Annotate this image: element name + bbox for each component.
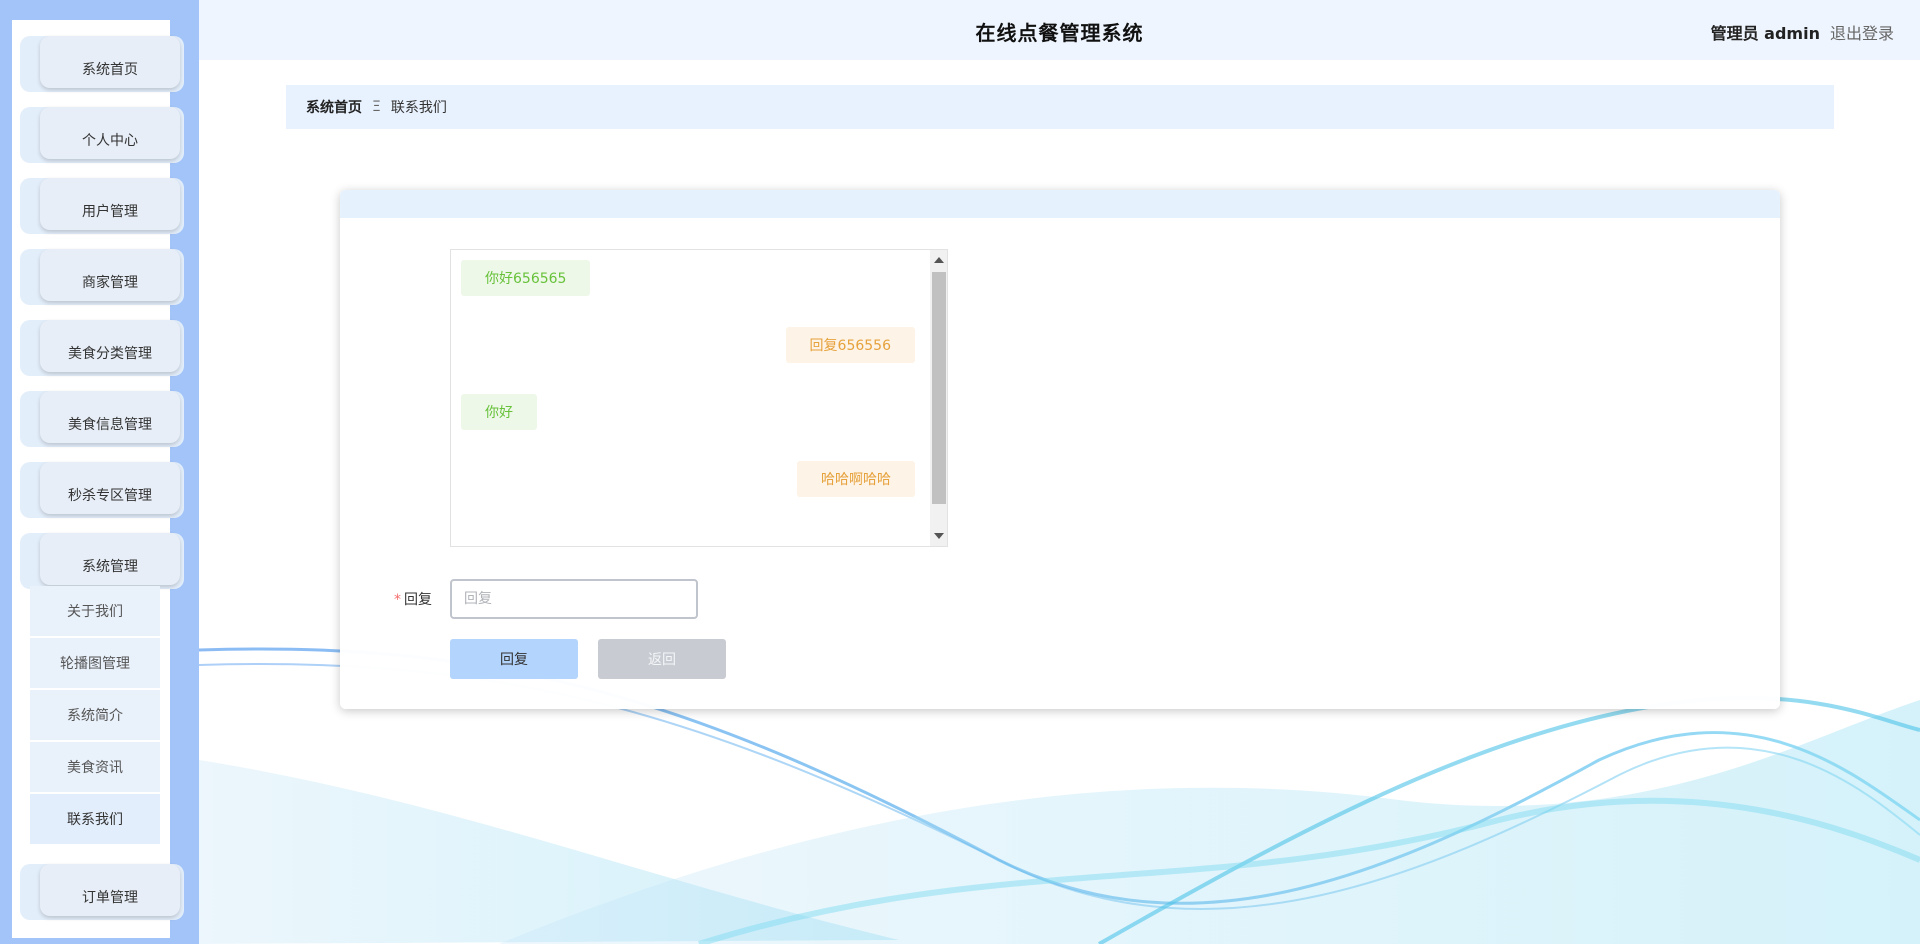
breadcrumb-separator-icon: Ξ xyxy=(372,99,381,115)
required-mark: * xyxy=(394,592,401,608)
sidebar-item-label[interactable]: 商家管理 xyxy=(40,249,180,301)
submenu-item-contact[interactable]: 联系我们 xyxy=(30,794,160,844)
header-user-area: 管理员 admin 退出登录 xyxy=(1711,20,1894,44)
sidebar-item-label[interactable]: 美食信息管理 xyxy=(40,391,180,443)
reply-input[interactable] xyxy=(450,579,698,619)
sidebar-item-users[interactable]: 用户管理 xyxy=(20,178,184,234)
sidebar-item-system[interactable]: 系统管理 xyxy=(20,533,184,589)
sidebar-item-label[interactable]: 系统管理 xyxy=(40,533,180,585)
chat-message-left: 你好656565 xyxy=(461,260,591,296)
submenu-item-carousel[interactable]: 轮播图管理 xyxy=(30,638,160,688)
breadcrumb-home-link[interactable]: 系统首页 xyxy=(306,97,362,117)
top-header: 在线点餐管理系统 管理员 admin 退出登录 xyxy=(199,0,1920,60)
contact-card: 你好656565 回复656556 你好 哈哈啊哈哈 *回复 回复 返回 xyxy=(340,190,1780,709)
sidebar: 系统首页 个人中心 用户管理 商家管理 美食分类管理 美食信息管理 秒杀专区管理… xyxy=(0,0,199,944)
breadcrumb: 系统首页 Ξ 联系我们 xyxy=(286,85,1834,129)
sidebar-item-label[interactable]: 订单管理 xyxy=(40,864,180,916)
sidebar-item-label[interactable]: 用户管理 xyxy=(40,178,180,230)
reply-label-text: 回复 xyxy=(404,592,432,608)
admin-username: 管理员 admin xyxy=(1710,24,1820,43)
submenu-item-intro[interactable]: 系统简介 xyxy=(30,690,160,740)
submenu-item-about[interactable]: 关于我们 xyxy=(30,586,160,636)
sidebar-item-home[interactable]: 系统首页 xyxy=(20,36,184,92)
reply-button[interactable]: 回复 xyxy=(450,639,578,679)
sidebar-item-label[interactable]: 美食分类管理 xyxy=(40,320,180,372)
scroll-up-arrow-icon[interactable] xyxy=(934,257,944,263)
card-header-bar xyxy=(340,190,1780,218)
sidebar-item-flash-sale[interactable]: 秒杀专区管理 xyxy=(20,462,184,518)
chat-message-right: 回复656556 xyxy=(785,327,915,363)
sidebar-item-food-category[interactable]: 美食分类管理 xyxy=(20,320,184,376)
scroll-thumb[interactable] xyxy=(932,272,946,504)
chat-message-right: 哈哈啊哈哈 xyxy=(797,461,915,497)
submenu-item-food-news[interactable]: 美食资讯 xyxy=(30,742,160,792)
sidebar-item-merchants[interactable]: 商家管理 xyxy=(20,249,184,305)
chat-history[interactable]: 你好656565 回复656556 你好 哈哈啊哈哈 xyxy=(450,249,948,547)
chat-scrollbar[interactable] xyxy=(930,250,947,546)
chat-message-left: 你好 xyxy=(461,394,537,430)
reply-label: * 回复 xyxy=(340,589,432,609)
sidebar-item-label[interactable]: 秒杀专区管理 xyxy=(40,462,180,514)
sidebar-item-label[interactable]: 系统首页 xyxy=(40,36,180,88)
sidebar-item-food-info[interactable]: 美食信息管理 xyxy=(20,391,184,447)
sidebar-item-orders[interactable]: 订单管理 xyxy=(20,864,184,920)
sidebar-item-profile[interactable]: 个人中心 xyxy=(20,107,184,163)
breadcrumb-current: 联系我们 xyxy=(390,100,447,116)
system-submenu: 关于我们 轮播图管理 系统简介 美食资讯 联系我们 xyxy=(30,586,160,846)
back-button[interactable]: 返回 xyxy=(598,639,726,679)
reply-form-row: * 回复 xyxy=(340,579,1040,619)
sidebar-item-label[interactable]: 个人中心 xyxy=(40,107,180,159)
logout-link[interactable]: 退出登录 xyxy=(1830,20,1894,44)
scroll-down-arrow-icon[interactable] xyxy=(934,533,944,539)
app-title: 在线点餐管理系统 xyxy=(975,21,1144,45)
